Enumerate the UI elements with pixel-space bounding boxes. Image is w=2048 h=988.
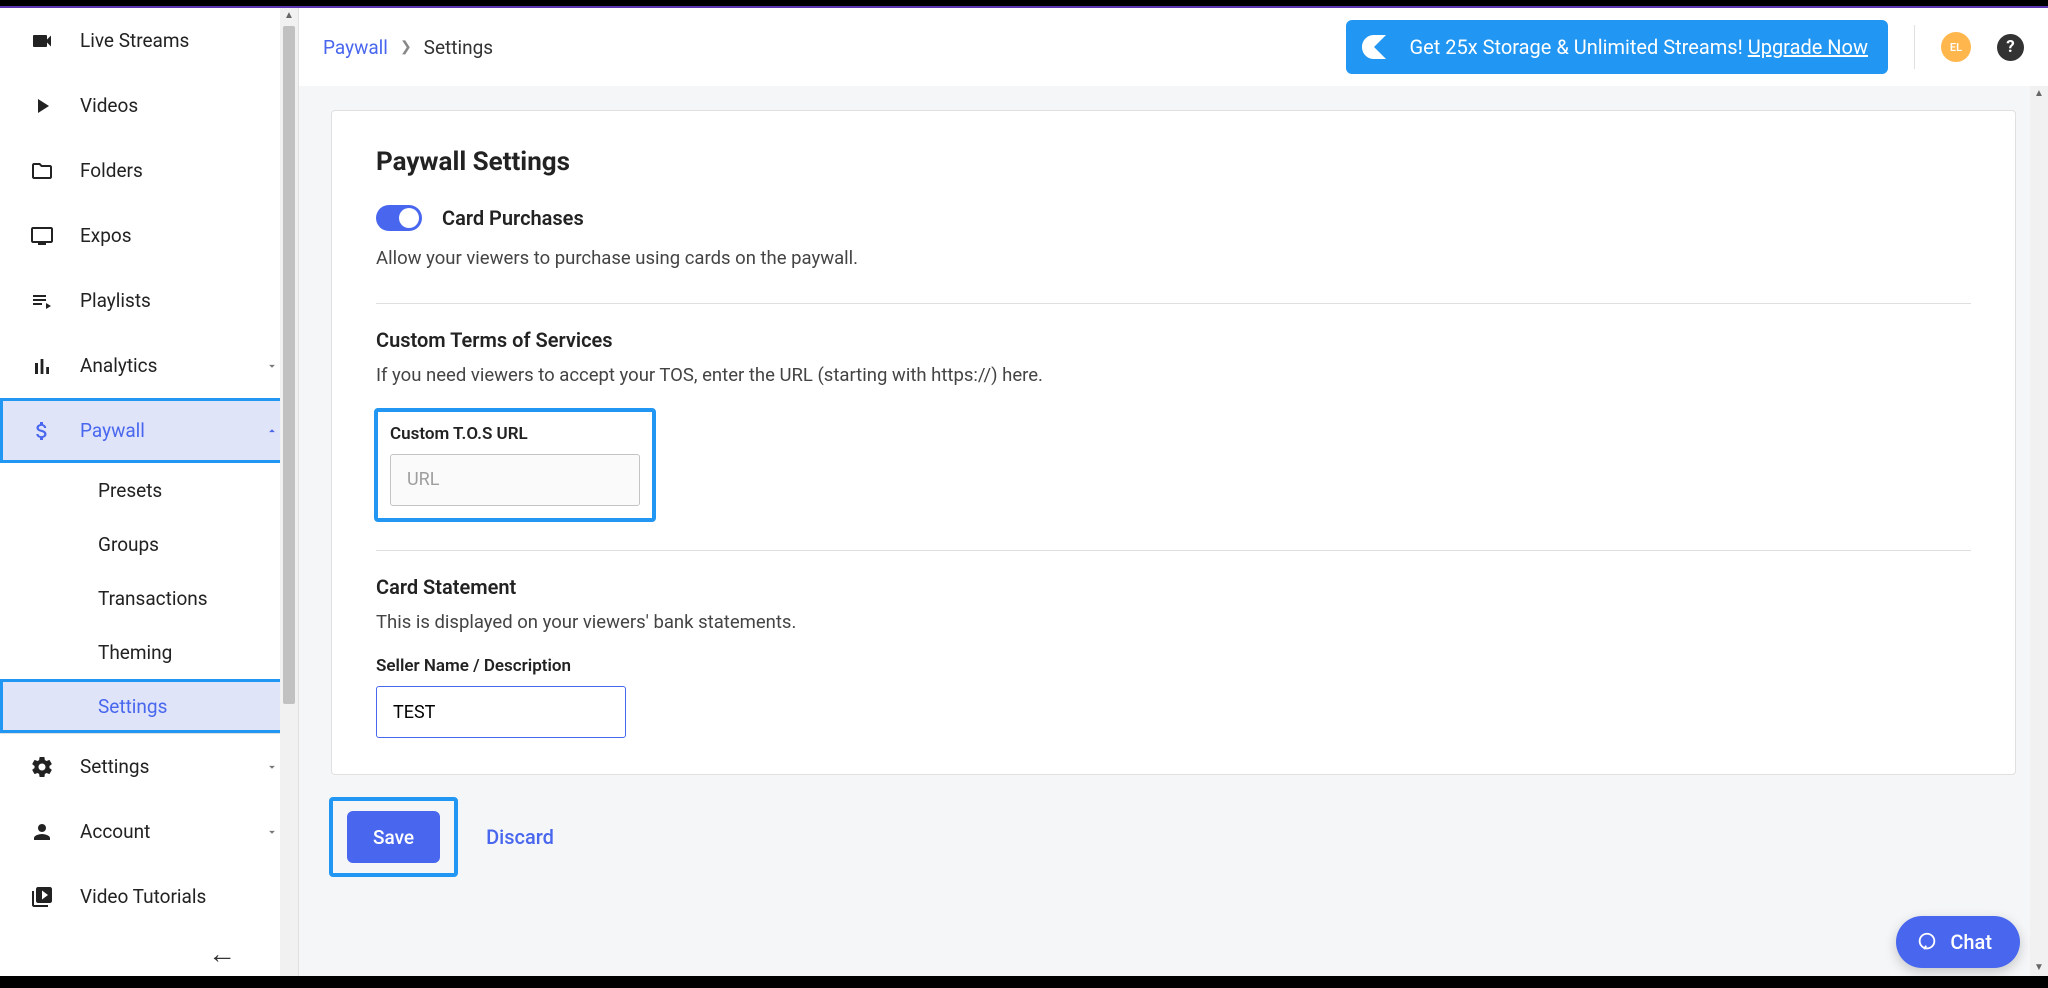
sidebar: Live Streams Videos Folders Expos Playli… <box>0 8 299 976</box>
settings-panel: Paywall Settings Card Purchases Allow yo… <box>331 110 2016 775</box>
sidebar-item-expos[interactable]: Expos <box>0 203 298 268</box>
upgrade-logo-icon <box>1354 27 1394 67</box>
sidebar-item-analytics[interactable]: Analytics <box>0 333 298 398</box>
sidebar-sub-theming[interactable]: Theming <box>0 625 298 679</box>
card-purchases-section: Card Purchases Allow your viewers to pur… <box>376 205 1971 303</box>
gear-icon <box>28 753 56 781</box>
breadcrumb-paywall-link[interactable]: Paywall <box>323 36 388 59</box>
breadcrumb: Paywall ❯ Settings <box>323 36 493 59</box>
header-bar: Paywall ❯ Settings Get 25x Storage & Unl… <box>299 8 2048 86</box>
save-button-highlight: Save <box>331 799 456 875</box>
tos-title: Custom Terms of Services <box>376 328 1971 352</box>
sidebar-label-analytics: Analytics <box>80 354 240 377</box>
camera-icon <box>28 27 56 55</box>
sidebar-item-settings[interactable]: Settings <box>0 734 298 799</box>
play-icon <box>28 92 56 120</box>
chevron-down-icon <box>264 824 280 840</box>
sidebar-item-paywall[interactable]: Paywall <box>0 398 298 463</box>
sidebar-label-playlists: Playlists <box>80 289 280 312</box>
content-scrollbar[interactable]: ▲ ▼ <box>2030 86 2048 976</box>
user-avatar[interactable]: EL <box>1941 32 1971 62</box>
discard-button[interactable]: Discard <box>486 825 554 849</box>
save-button[interactable]: Save <box>347 811 440 863</box>
tos-section: Custom Terms of Services If you need vie… <box>376 303 1971 550</box>
person-icon <box>28 818 56 846</box>
card-purchases-label: Card Purchases <box>442 206 584 230</box>
card-purchases-desc: Allow your viewers to purchase using car… <box>376 245 1971 273</box>
chat-widget[interactable]: Chat <box>1896 916 2020 968</box>
video-library-icon <box>28 883 56 911</box>
seller-name-input[interactable] <box>376 686 626 738</box>
dollar-icon <box>28 417 56 445</box>
sidebar-sub-settings[interactable]: Settings <box>0 679 298 733</box>
sidebar-label-videos: Videos <box>80 94 280 117</box>
sidebar-item-video-tutorials[interactable]: Video Tutorials <box>0 864 298 929</box>
chat-label: Chat <box>1950 930 1992 954</box>
card-purchases-toggle[interactable] <box>376 205 422 231</box>
monitor-icon <box>28 222 56 250</box>
card-statement-section: Card Statement This is displayed on your… <box>376 550 1971 739</box>
sidebar-item-playlists[interactable]: Playlists <box>0 268 298 333</box>
breadcrumb-current: Settings <box>424 36 493 59</box>
analytics-icon <box>28 352 56 380</box>
sidebar-sub-groups[interactable]: Groups <box>0 517 298 571</box>
seller-name-label: Seller Name / Description <box>376 656 1971 676</box>
page-title: Paywall Settings <box>376 147 1971 177</box>
sidebar-item-videos[interactable]: Videos <box>0 73 298 138</box>
sidebar-label-paywall: Paywall <box>80 419 240 442</box>
playlist-icon <box>28 287 56 315</box>
chevron-right-icon: ❯ <box>400 39 412 55</box>
sidebar-item-account[interactable]: Account <box>0 799 298 864</box>
sidebar-label-expos: Expos <box>80 224 280 247</box>
chevron-down-icon <box>264 759 280 775</box>
card-statement-desc: This is displayed on your viewers' bank … <box>376 609 1971 637</box>
chat-icon <box>1916 931 1938 953</box>
back-arrow-icon[interactable]: ← <box>208 937 236 970</box>
sidebar-label-account: Account <box>80 820 240 843</box>
sidebar-label-folders: Folders <box>80 159 280 182</box>
card-statement-title: Card Statement <box>376 575 1971 599</box>
chevron-down-icon <box>264 358 280 374</box>
sidebar-sub-presets[interactable]: Presets <box>0 463 298 517</box>
sidebar-item-folders[interactable]: Folders <box>0 138 298 203</box>
sidebar-scrollbar[interactable]: ▲ <box>280 8 298 976</box>
sidebar-item-live-streams[interactable]: Live Streams <box>0 8 298 73</box>
sidebar-label-settings: Settings <box>80 755 240 778</box>
folder-icon <box>28 157 56 185</box>
upgrade-banner-text: Get 25x Storage & Unlimited Streams! <box>1410 35 1748 59</box>
upgrade-now-link[interactable]: Upgrade Now <box>1748 35 1868 59</box>
tos-field-block: Custom T.O.S URL <box>376 410 654 520</box>
upgrade-banner[interactable]: Get 25x Storage & Unlimited Streams! Upg… <box>1346 20 1888 74</box>
help-icon[interactable]: ? <box>1997 34 2024 61</box>
sidebar-label-live-streams: Live Streams <box>80 29 280 52</box>
sidebar-label-video-tutorials: Video Tutorials <box>80 885 280 908</box>
sidebar-sub-transactions[interactable]: Transactions <box>0 571 298 625</box>
action-bar: Save Discard <box>331 799 2016 875</box>
tos-url-label: Custom T.O.S URL <box>390 424 640 444</box>
tos-desc: If you need viewers to accept your TOS, … <box>376 362 1971 390</box>
seller-name-block: Seller Name / Description <box>376 656 1971 738</box>
chevron-up-icon <box>264 423 280 439</box>
tos-url-input[interactable] <box>390 454 640 506</box>
